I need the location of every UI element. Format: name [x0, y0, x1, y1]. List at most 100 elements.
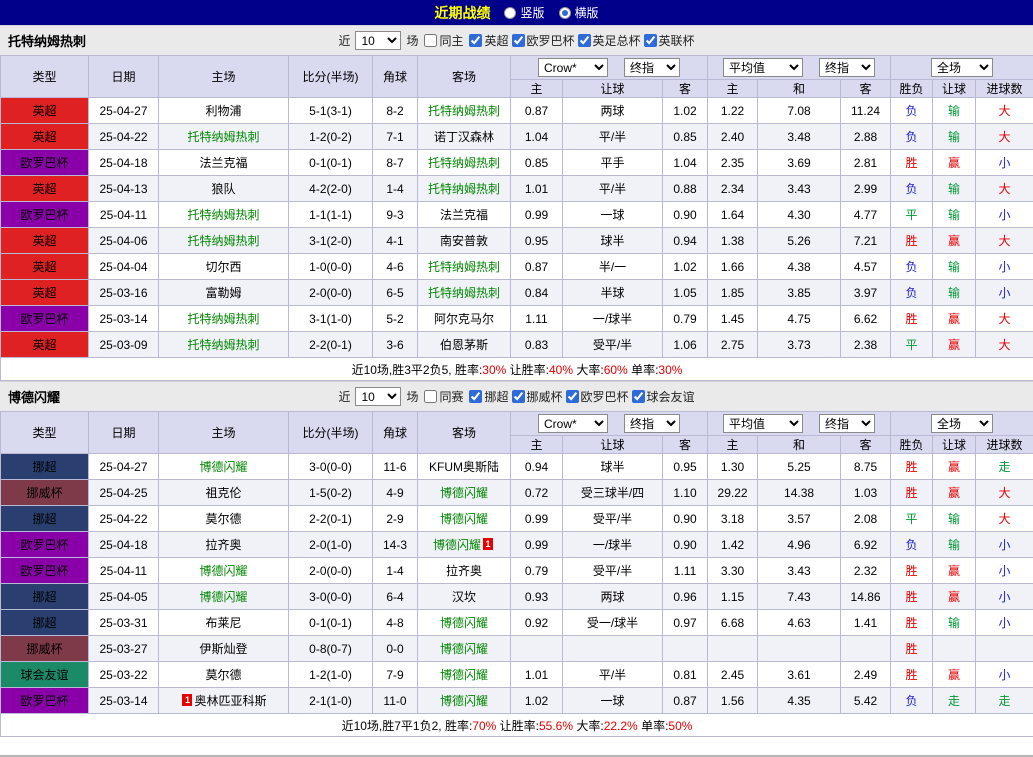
- same-filter[interactable]: 同主: [423, 32, 463, 49]
- odds-home: 0.93: [511, 584, 563, 610]
- home-team: 利物浦: [159, 98, 289, 124]
- away-team-name: 托特纳姆热刺: [428, 182, 500, 196]
- odds-home: 0.85: [511, 150, 563, 176]
- league-filter-挪超[interactable]: 挪超: [468, 388, 508, 405]
- bookmaker-select[interactable]: Crow*: [538, 414, 608, 433]
- handicap-line: 球半: [563, 228, 663, 254]
- league-badge: 英超: [1, 124, 89, 150]
- match-date: 25-03-14: [89, 688, 159, 714]
- league-filter-英超[interactable]: 英超: [468, 32, 508, 49]
- same-filter[interactable]: 同赛: [423, 388, 463, 405]
- result-goals: 大: [976, 228, 1033, 254]
- league-checkbox[interactable]: [512, 390, 525, 403]
- final-odds-select[interactable]: 终指: [624, 414, 680, 433]
- match-score: 3-1(2-0): [289, 228, 373, 254]
- league-filter-欧罗巴杯[interactable]: 欧罗巴杯: [565, 388, 629, 405]
- home-team: 布莱尼: [159, 610, 289, 636]
- same-filter-checkbox[interactable]: [424, 34, 437, 47]
- away-team-name: 南安普敦: [440, 234, 488, 248]
- home-team: 博德闪耀: [159, 558, 289, 584]
- match-row: 英超25-04-04切尔西1-0(0-0)4-6托特纳姆热刺0.87半/一1.0…: [1, 254, 1033, 280]
- away-team-name: 托特纳姆热刺: [428, 104, 500, 118]
- league-checkbox[interactable]: [469, 390, 482, 403]
- final-odds-select-2[interactable]: 终指: [819, 58, 875, 77]
- home-team-name: 伊斯灿登: [199, 642, 247, 656]
- result-outcome: 胜: [891, 306, 933, 332]
- corner-score: 1-4: [373, 176, 418, 202]
- avg-away: 1.41: [841, 610, 891, 636]
- col-type: 类型: [1, 412, 89, 454]
- result-outcome: 胜: [891, 228, 933, 254]
- result-outcome: 平: [891, 202, 933, 228]
- match-score: 5-1(3-1): [289, 98, 373, 124]
- vertical-layout-radio[interactable]: [504, 7, 516, 19]
- average-select[interactable]: 平均值: [723, 58, 803, 77]
- league-checkbox[interactable]: [632, 390, 645, 403]
- league-filter-英足总杯[interactable]: 英足总杯: [577, 32, 641, 49]
- league-checkbox[interactable]: [512, 34, 525, 47]
- same-filter-checkbox[interactable]: [424, 390, 437, 403]
- average-select[interactable]: 平均值: [723, 414, 803, 433]
- result-goals: 大: [976, 306, 1033, 332]
- final-odds-select[interactable]: 终指: [624, 58, 680, 77]
- league-checkbox[interactable]: [578, 34, 591, 47]
- layout-option-vertical[interactable]: 竖版: [504, 4, 544, 21]
- col-odds-away: 客: [663, 436, 708, 454]
- summary-stat-label: 大率:: [573, 719, 604, 733]
- result-handicap: 赢: [933, 332, 976, 358]
- league-checkbox[interactable]: [644, 34, 657, 47]
- league-checkbox[interactable]: [469, 34, 482, 47]
- match-row: 英超25-04-13狼队4-2(2-0)1-4托特纳姆热刺1.01平/半0.88…: [1, 176, 1033, 202]
- result-handicap: 输: [933, 532, 976, 558]
- horizontal-layout-label: 横版: [575, 4, 599, 21]
- result-handicap: 输: [933, 610, 976, 636]
- odds-away: [663, 636, 708, 662]
- recent-count-select[interactable]: 10: [355, 31, 401, 50]
- league-checkbox[interactable]: [566, 390, 579, 403]
- league-badge: 英超: [1, 176, 89, 202]
- scope-select[interactable]: 全场: [931, 58, 993, 77]
- result-goals: 小: [976, 202, 1033, 228]
- avg-away: 1.03: [841, 480, 891, 506]
- league-filter-label: 挪超: [484, 388, 508, 405]
- avg-away: 14.86: [841, 584, 891, 610]
- league-badge: 欧罗巴杯: [1, 150, 89, 176]
- col-corner: 角球: [373, 56, 418, 98]
- match-score: 2-0(0-0): [289, 280, 373, 306]
- summary-stat-value: 70%: [472, 719, 496, 733]
- games-label: 场: [406, 388, 418, 405]
- result-outcome: 负: [891, 124, 933, 150]
- match-score: 1-2(1-0): [289, 662, 373, 688]
- away-team-name: 托特纳姆热刺: [428, 286, 500, 300]
- recent-count-select[interactable]: 10: [355, 387, 401, 406]
- avg-draw: 5.25: [758, 454, 841, 480]
- league-filter-球会友谊[interactable]: 球会友谊: [631, 388, 695, 405]
- final-odds-select-2[interactable]: 终指: [819, 414, 875, 433]
- col-handicap-result: 让球: [933, 436, 976, 454]
- scope-select[interactable]: 全场: [931, 414, 993, 433]
- league-filter-欧罗巴杯[interactable]: 欧罗巴杯: [511, 32, 575, 49]
- layout-option-horizontal[interactable]: 横版: [559, 4, 599, 21]
- away-team-name: 博德闪耀: [433, 538, 481, 552]
- result-handicap: 输: [933, 98, 976, 124]
- home-team: 托特纳姆热刺: [159, 306, 289, 332]
- away-team: 伯恩茅斯: [418, 332, 511, 358]
- away-team: 诺丁汉森林: [418, 124, 511, 150]
- home-team: 富勒姆: [159, 280, 289, 306]
- match-row: 英超25-04-27利物浦5-1(3-1)8-2托特纳姆热刺0.87两球1.02…: [1, 98, 1033, 124]
- league-badge: 欧罗巴杯: [1, 202, 89, 228]
- avg-draw: 4.35: [758, 688, 841, 714]
- avg-away: 11.24: [841, 98, 891, 124]
- bookmaker-select[interactable]: Crow*: [538, 58, 608, 77]
- league-filter-挪威杯[interactable]: 挪威杯: [511, 388, 563, 405]
- result-goals: 小: [976, 280, 1033, 306]
- avg-away: 2.08: [841, 506, 891, 532]
- league-filter-英联杯[interactable]: 英联杯: [643, 32, 695, 49]
- match-score: 1-1(1-1): [289, 202, 373, 228]
- away-team-name: 博德闪耀: [440, 616, 488, 630]
- corner-score: 2-9: [373, 506, 418, 532]
- horizontal-layout-radio[interactable]: [559, 7, 571, 19]
- away-team: 博德闪耀: [418, 636, 511, 662]
- league-badge: 挪威杯: [1, 480, 89, 506]
- match-date: 25-03-14: [89, 306, 159, 332]
